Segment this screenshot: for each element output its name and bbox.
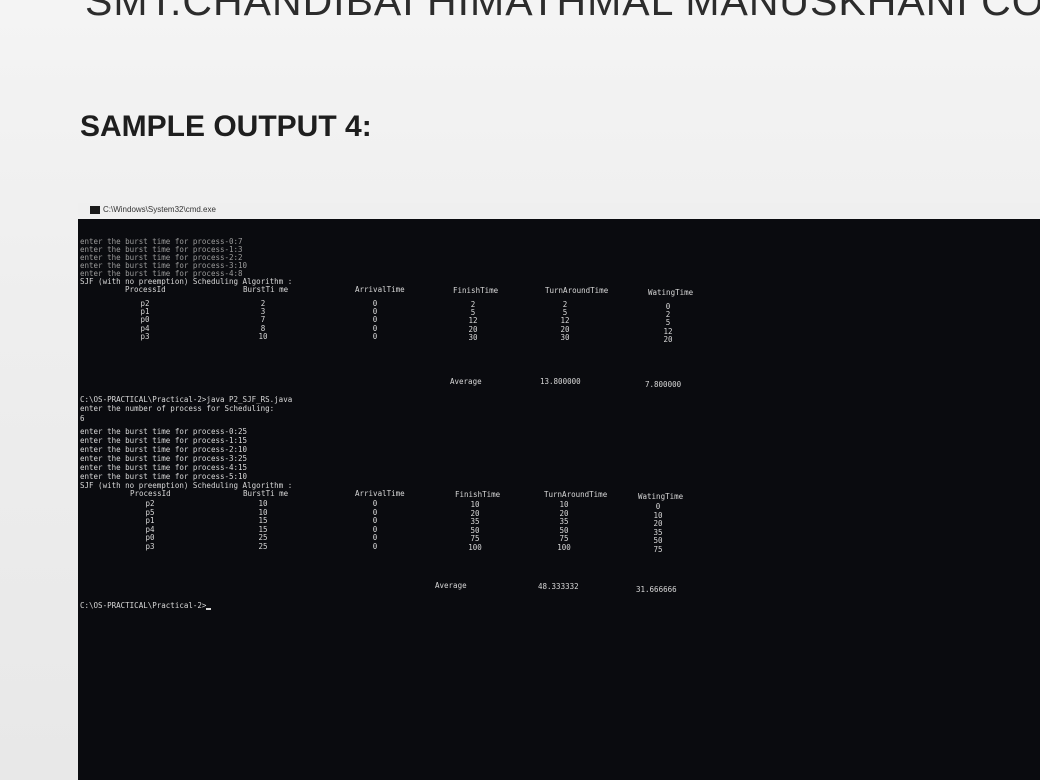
cmd-icon (90, 206, 100, 214)
column-header: ProcessId (125, 285, 166, 294)
avg-waiting: 31.666666 (636, 585, 677, 594)
console-line: enter the number of process for Scheduli… (80, 404, 275, 413)
console-line: enter the burst time for process-0:25 (80, 427, 248, 436)
column-header: TurnAroundTime (544, 490, 608, 499)
table-cell: 20 (653, 519, 663, 529)
column-header: BurstTi me (243, 285, 289, 294)
table-cell: 15 (258, 516, 268, 526)
table-cell: 10 (559, 500, 569, 509)
console-line: enter the burst time for process-4:15 (80, 463, 248, 472)
command-line: C:\OS-PRACTICAL\Practical-2>java P2_SJF_… (80, 395, 293, 404)
sample-title: SAMPLE OUTPUT 4: (80, 110, 372, 143)
cmd-window[interactable]: C:\Windows\System32\cmd.exe enter the bu… (78, 203, 1040, 780)
table-cell: 30 (468, 332, 478, 342)
column-header: FinishTime (453, 286, 499, 295)
table-cell: 35 (470, 517, 480, 527)
console-line: enter the burst time for process-5:10 (80, 472, 248, 481)
college-header: SMT.CHANDIBAI HIMATHMAL MANUSKHANI COLL (85, 0, 1040, 24)
text-cursor (206, 608, 212, 610)
table-cell: 30 (560, 332, 570, 342)
table-cell: 0 (372, 331, 378, 341)
table-cell: 25 (258, 542, 268, 551)
column-header: WatingTime (638, 492, 684, 501)
table-cell: 100 (468, 543, 482, 552)
prompt-text: C:\OS-PRACTICAL\Practical-2> (80, 601, 207, 610)
average-label: Average (435, 581, 467, 590)
table-cell: 0 (372, 542, 378, 551)
avg-waiting: 7.800000 (645, 380, 682, 389)
window-titlebar[interactable]: C:\Windows\System32\cmd.exe (78, 203, 1040, 217)
avg-turnaround: 48.333332 (538, 582, 579, 591)
table-cell: 100 (557, 543, 571, 552)
average-label: Average (450, 377, 482, 386)
column-header: ProcessId (130, 489, 171, 498)
table-cell: p3 (145, 542, 155, 551)
window-title: C:\Windows\System32\cmd.exe (103, 205, 216, 214)
table-cell: 0 (372, 516, 378, 526)
console-line: enter the burst time for process-2:10 (80, 445, 248, 454)
console-output[interactable]: enter the burst time for process-0:7 ent… (78, 219, 1040, 780)
final-prompt[interactable]: C:\OS-PRACTICAL\Practical-2> (80, 601, 212, 610)
console-line: 6 (80, 414, 85, 423)
column-header: BurstTi me (243, 489, 289, 498)
column-header: FinishTime (455, 490, 501, 499)
column-header: ArrivalTime (355, 489, 405, 498)
column-header: WatingTime (648, 288, 694, 297)
table-cell: 75 (653, 545, 663, 554)
table-cell: 35 (559, 517, 569, 527)
console-line: enter the burst time for process-1:15 (80, 436, 248, 445)
table-cell: p2 (145, 499, 155, 508)
table-cell: p3 (140, 331, 150, 341)
column-header: ArrivalTime (355, 285, 405, 294)
table-cell: 20 (663, 334, 673, 344)
table-cell: 0 (372, 499, 378, 508)
avg-turnaround: 13.800000 (540, 377, 581, 386)
table-cell: 10 (258, 499, 268, 508)
table-cell: p1 (145, 516, 155, 526)
console-line: enter the burst time for process-3:25 (80, 454, 248, 463)
table-cell: 10 (258, 331, 268, 341)
column-header: TurnAroundTime (545, 286, 609, 295)
table-cell: 0 (655, 502, 661, 511)
table-cell: 10 (470, 500, 480, 509)
